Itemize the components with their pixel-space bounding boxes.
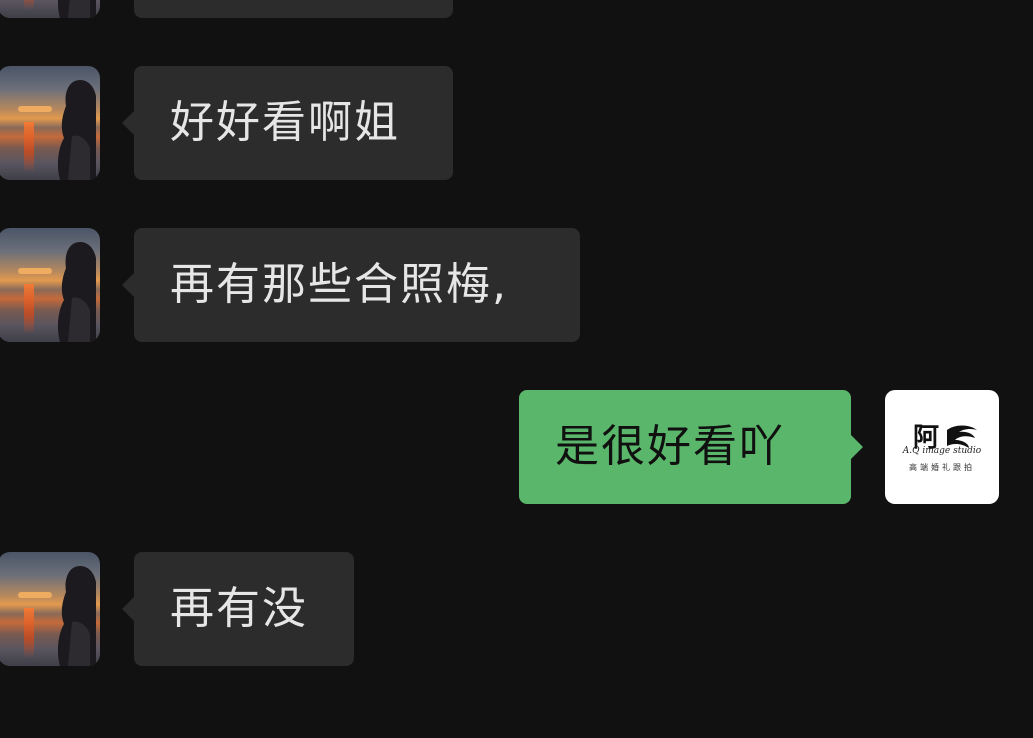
- sunset-portrait-avatar-icon: [0, 228, 100, 342]
- studio-subtitle: 高端婚礼跟拍: [909, 463, 975, 472]
- contact-avatar[interactable]: [0, 0, 100, 18]
- contact-avatar[interactable]: [0, 66, 100, 180]
- message-bubble-outgoing[interactable]: 是很好看吖: [519, 390, 863, 504]
- message-bubble[interactable]: [134, 0, 453, 18]
- contact-avatar[interactable]: [0, 552, 100, 666]
- message-bubble[interactable]: 再有没: [122, 552, 354, 666]
- message-bubble[interactable]: 好好看啊姐: [122, 66, 453, 180]
- message-text: 再有那些合照梅,: [170, 259, 508, 310]
- message-text: 好好看啊姐: [170, 97, 400, 148]
- sunset-portrait-avatar-icon: [0, 552, 100, 666]
- sunset-portrait-avatar-icon: [0, 0, 100, 18]
- self-avatar[interactable]: 阿 A.Q image studio 高端婚礼跟拍: [885, 390, 999, 504]
- chat-conversation: 好好看啊姐 再有那些合照梅, 是很好看吖 阿 A.Q image studio …: [0, 0, 1033, 738]
- message-text: 再有没: [170, 583, 308, 634]
- message-text: 是很好看吖: [555, 421, 785, 472]
- studio-name: A.Q image studio: [902, 446, 982, 456]
- contact-avatar[interactable]: [0, 228, 100, 342]
- message-bubble[interactable]: 再有那些合照梅,: [122, 228, 580, 342]
- sunset-portrait-avatar-icon: [0, 66, 100, 180]
